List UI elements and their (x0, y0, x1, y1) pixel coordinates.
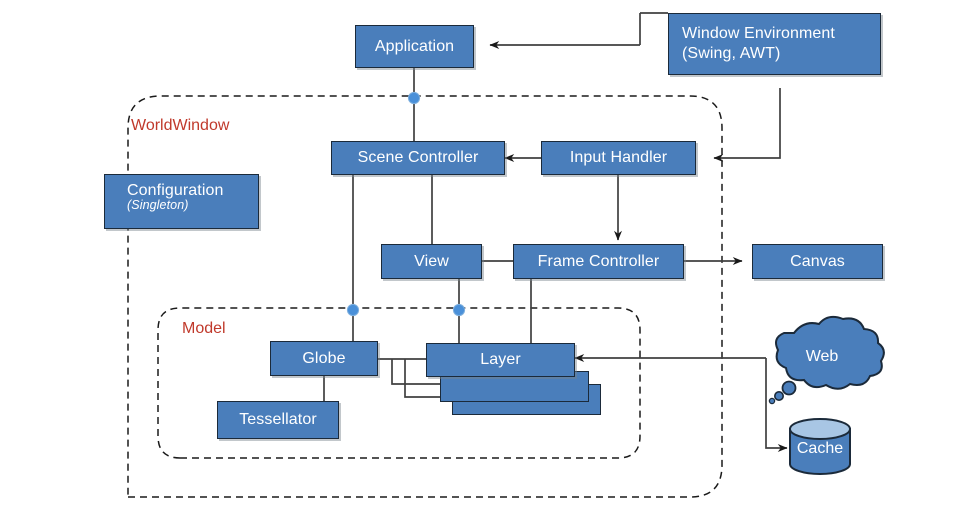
node-canvas-label: Canvas (790, 252, 845, 270)
node-window-environment[interactable]: Window Environment (Swing, AWT) (668, 13, 881, 75)
node-canvas[interactable]: Canvas (752, 244, 883, 279)
node-application-label: Application (374, 37, 455, 55)
boundary-dots (346, 91, 466, 317)
node-layer[interactable]: Layer (426, 343, 575, 377)
node-input-handler[interactable]: Input Handler (541, 141, 696, 175)
node-layer-label: Layer (480, 351, 521, 369)
node-window-environment-sublabel: (Swing, AWT) (682, 45, 781, 62)
node-tessellator-label: Tessellator (239, 411, 317, 429)
node-web-label: Web (805, 348, 839, 365)
node-configuration[interactable]: Configuration (Singleton) (104, 174, 259, 229)
node-scene-controller-label: Scene Controller (357, 149, 479, 167)
region-label-worldwindow: WorldWindow (131, 117, 230, 134)
connection-dot-model-globe (346, 303, 360, 317)
connection-dot-model-layer (452, 303, 466, 317)
node-scene-controller[interactable]: Scene Controller (331, 141, 505, 175)
node-application[interactable]: Application (355, 25, 474, 68)
connection-dot-worldwindow (407, 91, 421, 105)
node-frame-controller[interactable]: Frame Controller (513, 244, 684, 279)
node-view[interactable]: View (381, 244, 482, 279)
node-window-environment-label: Window Environment (682, 24, 835, 42)
edge-web-cache (765, 358, 788, 453)
node-view-label: View (414, 252, 449, 270)
node-tessellator[interactable]: Tessellator (217, 401, 339, 439)
diagram-canvas: Application Window Environment (Swing, A… (0, 0, 976, 522)
region-label-model: Model (182, 320, 226, 337)
node-configuration-sublabel: (Singleton) (127, 197, 189, 212)
node-cache-label: Cache (796, 440, 844, 457)
node-input-handler-label: Input Handler (569, 149, 668, 167)
node-globe[interactable]: Globe (270, 341, 378, 376)
node-globe-label: Globe (302, 349, 346, 367)
node-frame-controller-label: Frame Controller (537, 252, 660, 270)
node-configuration-label: Configuration (127, 182, 224, 199)
edge-windowenv-inputhandler (713, 88, 781, 162)
